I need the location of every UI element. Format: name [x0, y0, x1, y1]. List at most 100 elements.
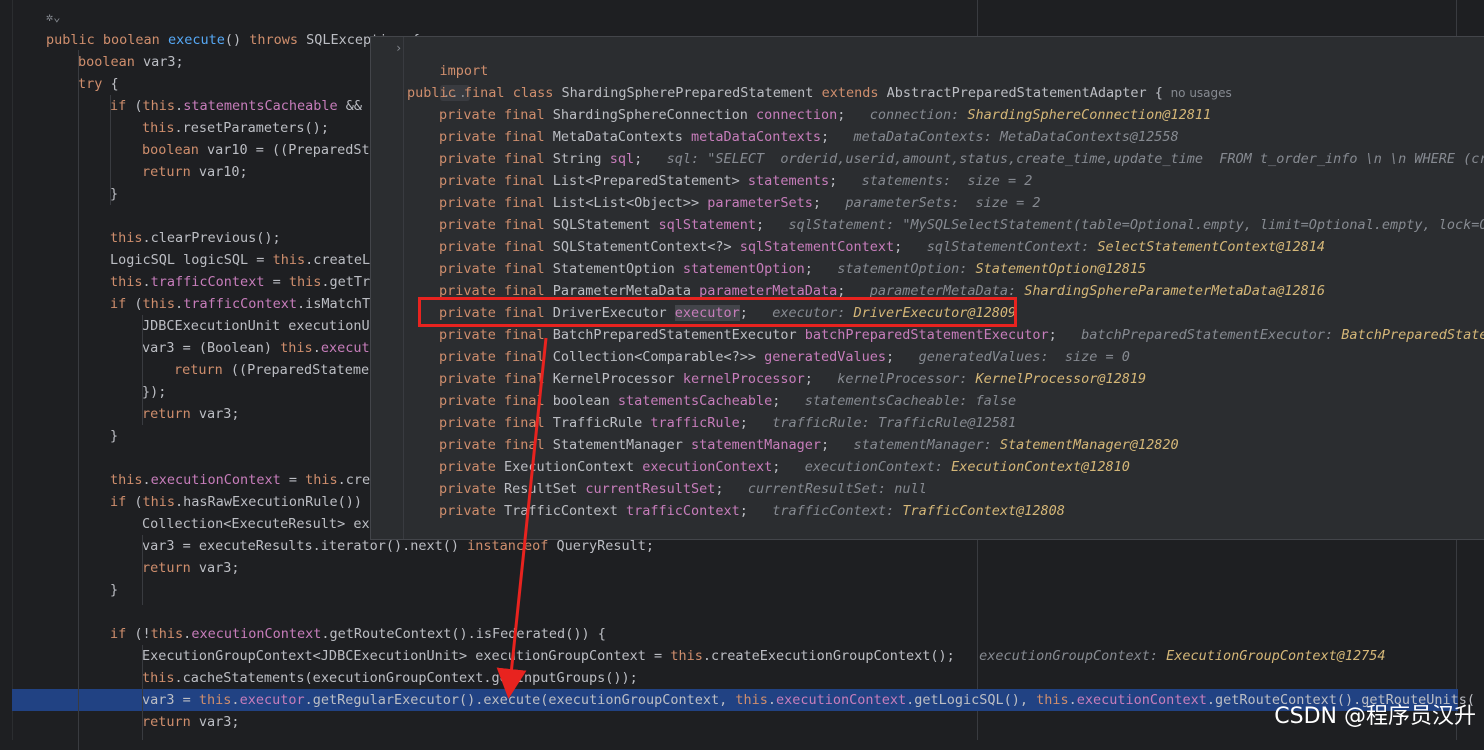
import-line: import ...: [407, 38, 488, 101]
code-token: class: [512, 85, 562, 101]
code-line: boolean var3;: [78, 51, 184, 73]
code-line: JDBCExecutionUnit executionUn: [142, 315, 378, 337]
field-type: SQLStatementContext<?>: [552, 239, 740, 255]
field-line-trafficRule: private final TrafficRule trafficRule; t…: [439, 412, 1016, 434]
code-token: });: [142, 384, 167, 400]
field-name[interactable]: executionContext: [642, 459, 772, 475]
code-token: var10;: [198, 164, 248, 180]
field-type: TrafficRule: [552, 415, 651, 431]
code-line: public boolean execute() throws SQLExcep…: [46, 29, 420, 51]
field-name[interactable]: statementOption: [683, 261, 805, 277]
code-token: executor: [239, 692, 305, 708]
indent-guide: [110, 95, 111, 205]
field-name[interactable]: sqlStatementContext: [740, 239, 894, 255]
ai-hint-icon[interactable]: ✲⌄: [46, 10, 72, 28]
code-token: executionContext: [191, 626, 322, 642]
field-type: ExecutionContext: [504, 459, 643, 475]
code-token: this: [142, 670, 175, 686]
field-line-sql: private final String sql; sql: "SELECT o…: [439, 148, 1484, 170]
debug-inline-label: kernelProcessor:: [837, 371, 976, 387]
field-type: boolean: [552, 393, 618, 409]
editor-gutter-divider: [12, 0, 13, 740]
field-name[interactable]: statementsCacheable: [618, 393, 772, 409]
field-line-trafficContext: private TrafficContext trafficContext; t…: [439, 500, 1065, 522]
code-token: final: [463, 85, 513, 101]
field-name[interactable]: currentResultSet: [585, 481, 715, 497]
field-name[interactable]: sqlStatement: [658, 217, 756, 233]
debug-inline-value: StatementOption@12815: [975, 261, 1147, 277]
fold-expand-icon[interactable]: ›: [395, 41, 402, 55]
code-line: Collection<ExecuteResult> exe: [142, 513, 378, 535]
field-name[interactable]: generatedValues: [764, 349, 886, 365]
code-line: if (this.hasRawExecutionRule()) {: [110, 491, 378, 513]
field-name[interactable]: statements: [748, 173, 829, 189]
field-semicolon: ;: [821, 437, 854, 453]
field-name[interactable]: kernelProcessor: [683, 371, 805, 387]
field-modifiers: private final: [439, 217, 553, 233]
code-token: this: [305, 472, 338, 488]
field-modifiers: private final: [439, 327, 553, 343]
field-semicolon: ;: [739, 415, 773, 431]
field-modifiers: private final: [439, 415, 553, 431]
field-type: StatementOption: [552, 261, 683, 277]
code-token: this: [150, 626, 184, 642]
code-token: .getRouteContext().isFederated()) {: [321, 626, 606, 642]
code-token: public: [407, 85, 464, 101]
field-name[interactable]: trafficContext: [626, 503, 740, 519]
field-name[interactable]: statementManager: [691, 437, 821, 453]
debug-inline-value: StatementManager@12820: [999, 437, 1179, 453]
code-token: executionGroupContext:: [979, 648, 1167, 664]
quick-definition-popup[interactable]: › import ... public final class Sharding…: [370, 36, 1484, 540]
field-line-statements: private final List<PreparedStatement> st…: [439, 170, 1032, 192]
code-token: if: [110, 98, 135, 114]
code-line: return var3;: [142, 403, 240, 425]
debug-inline-label: sqlStatementContext:: [926, 239, 1098, 255]
debug-inline-value: size = 2: [967, 173, 1033, 189]
code-token: this: [110, 230, 143, 246]
field-name[interactable]: connection: [756, 107, 837, 123]
indent-guide: [142, 645, 143, 740]
code-token: this: [110, 472, 143, 488]
code-token: if: [110, 494, 135, 510]
field-semicolon: ;: [894, 239, 927, 255]
code-line: return var3;: [142, 557, 240, 579]
field-semicolon: ;: [804, 371, 838, 387]
field-name[interactable]: metaDataContexts: [691, 129, 821, 145]
debug-inline-value: SelectStatementContext@12814: [1097, 239, 1325, 255]
field-semicolon: ;: [886, 349, 919, 365]
field-modifiers: private final: [439, 173, 553, 189]
field-semicolon: ;: [1048, 327, 1082, 343]
code-token: ExecutionGroupContext@12754: [1166, 648, 1386, 664]
debug-inline-label: currentResultSet:: [747, 481, 895, 497]
debug-inline-label: trafficContext:: [772, 503, 903, 519]
field-name[interactable]: parameterSets: [707, 195, 813, 211]
debug-inline-value: ShardingSphereConnection@12811: [967, 107, 1212, 123]
code-token: (): [224, 32, 250, 48]
code-token: .isMatchTr: [296, 296, 379, 312]
field-line-metaDataContexts: private final MetaDataContexts metaDataC…: [439, 126, 1179, 148]
code-token: .getLogicSQL(),: [906, 692, 1037, 708]
code-token: (: [134, 296, 143, 312]
field-semicolon: ;: [821, 129, 854, 145]
code-token: throws: [249, 32, 307, 48]
field-name[interactable]: sql: [610, 151, 634, 167]
field-line-parameterSets: private final List<List<Object>> paramet…: [439, 192, 1041, 214]
field-semicolon: ;: [804, 261, 838, 277]
code-token: .: [175, 296, 184, 312]
code-token: ((PreparedStatemen: [230, 362, 378, 378]
usage-hint[interactable]: no usages: [1163, 86, 1232, 100]
code-token: trafficContext: [183, 296, 297, 312]
field-name[interactable]: trafficRule: [650, 415, 739, 431]
debug-inline-value: size = 0: [1064, 349, 1130, 365]
code-token: .cacheStatements(executionGroupContext.g…: [174, 670, 638, 686]
code-token: .: [312, 340, 321, 356]
field-line-statementManager: private final StatementManager statement…: [439, 434, 1179, 456]
field-modifiers: private: [439, 459, 505, 475]
field-semicolon: ;: [812, 195, 846, 211]
code-token: LogicSQL logicSQL =: [110, 252, 273, 268]
debug-inline-label: batchPreparedStatementExecutor:: [1081, 327, 1342, 343]
field-type: Collection<Comparable<?>>: [552, 349, 765, 365]
code-line: this.resetParameters();: [142, 117, 329, 139]
field-name[interactable]: batchPreparedStatementExecutor: [805, 327, 1049, 343]
field-line-currentResultSet: private ResultSet currentResultSet; curr…: [439, 478, 927, 500]
